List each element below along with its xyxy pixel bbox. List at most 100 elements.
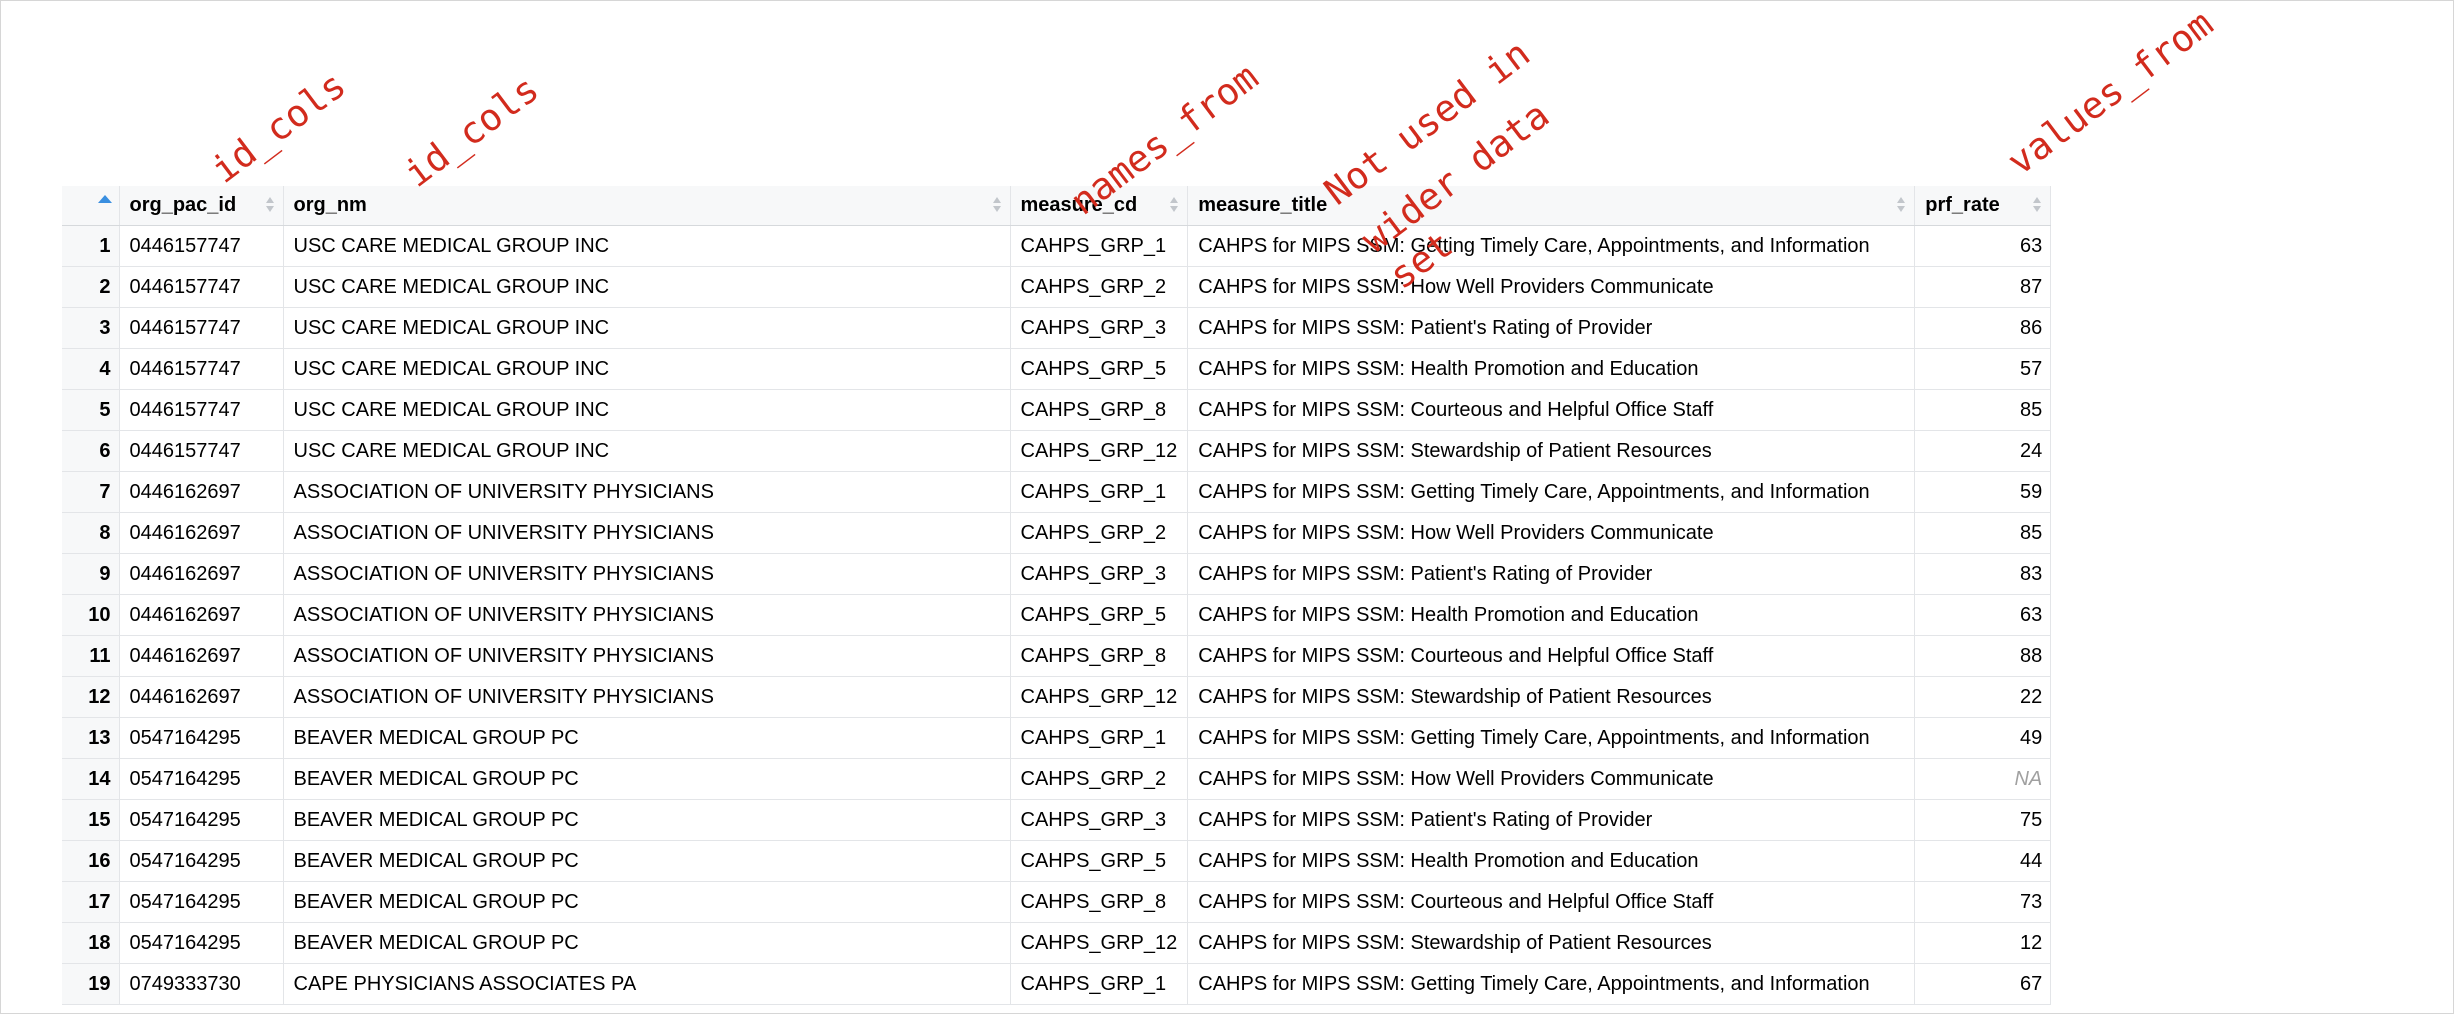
table-row[interactable]: 15 0547164295 BEAVER MEDICAL GROUP PC CAHPS… — [62, 799, 2052, 841]
org-pac-id-cell: 0547164295 — [119, 840, 284, 882]
org-nm-cell: BEAVER MEDICAL GROUP PC — [283, 840, 1011, 882]
org-pac-id-cell: 0446157747 — [119, 430, 284, 472]
org-nm-cell: ASSOCIATION OF UNIVERSITY PHYSICIANS — [283, 471, 1011, 513]
measure-cd-cell: CAHPS_GRP_5 — [1010, 594, 1189, 636]
measure-title-cell: CAHPS for MIPS SSM: Courteous and Helpfu… — [1187, 389, 1916, 431]
measure-title-cell: CAHPS for MIPS SSM: Stewardship of Patie… — [1187, 922, 1916, 964]
row-number-cell: 10 — [62, 594, 120, 636]
sort-icon — [992, 197, 1001, 214]
measure-title-cell: CAHPS for MIPS SSM: Getting Timely Care,… — [1187, 471, 1916, 513]
measure-title-cell: CAHPS for MIPS SSM: Getting Timely Care,… — [1187, 963, 1916, 1005]
table-row[interactable]: 11 0446162697 ASSOCIATION OF UNIVERSITY PH… — [62, 635, 2052, 677]
table-row[interactable]: 7 0446162697 ASSOCIATION OF UNIVERSITY PHY… — [62, 471, 2052, 513]
prf-rate-cell: 87 — [1914, 266, 2052, 308]
rownum-header[interactable] — [62, 186, 120, 226]
table-row[interactable]: 2 0446157747 USC CARE MEDICAL GROUP INC CAH… — [62, 266, 2052, 308]
org-nm-cell: BEAVER MEDICAL GROUP PC — [283, 717, 1011, 759]
row-number-cell: 5 — [62, 389, 120, 431]
org-pac-id-cell: 0446162697 — [119, 553, 284, 595]
prf-rate-cell: 57 — [1914, 348, 2052, 390]
table-row[interactable]: 10 0446162697 ASSOCIATION OF UNIVERSITY PH… — [62, 594, 2052, 636]
measure-cd-cell: CAHPS_GRP_1 — [1010, 717, 1189, 759]
measure-cd-cell: CAHPS_GRP_5 — [1010, 348, 1189, 390]
measure-title-cell: CAHPS for MIPS SSM: Stewardship of Patie… — [1187, 430, 1916, 472]
measure-title-cell: CAHPS for MIPS SSM: Health Promotion and… — [1187, 840, 1916, 882]
row-number-cell: 17 — [62, 881, 120, 923]
table-row[interactable]: 17 0547164295 BEAVER MEDICAL GROUP PC CAHPS… — [62, 881, 2052, 923]
org-pac-id-cell: 0547164295 — [119, 881, 284, 923]
measure-title-cell: CAHPS for MIPS SSM: How Well Providers C… — [1187, 266, 1916, 308]
header-row: org_pac_id org_nm measure_cd measure_tit… — [62, 186, 2052, 226]
table-row[interactable]: 12 0446162697 ASSOCIATION OF UNIVERSITY PH… — [62, 676, 2052, 718]
prf-rate-cell: 63 — [1914, 594, 2052, 636]
measure-cd-cell: CAHPS_GRP_2 — [1010, 512, 1189, 554]
row-number-cell: 15 — [62, 799, 120, 841]
row-number-cell: 9 — [62, 553, 120, 595]
org-nm-cell: USC CARE MEDICAL GROUP INC — [283, 307, 1011, 349]
row-number-cell: 8 — [62, 512, 120, 554]
table-row[interactable]: 13 0547164295 BEAVER MEDICAL GROUP PC CAHPS… — [62, 717, 2052, 759]
org-pac-id-cell: 0446162697 — [119, 594, 284, 636]
column-header-org-nm[interactable]: org_nm — [283, 186, 1011, 226]
measure-cd-cell: CAHPS_GRP_12 — [1010, 676, 1189, 718]
column-header-prf-rate[interactable]: prf_rate — [1914, 186, 2052, 226]
org-nm-cell: ASSOCIATION OF UNIVERSITY PHYSICIANS — [283, 512, 1011, 554]
org-pac-id-cell: 0547164295 — [119, 717, 284, 759]
row-number-cell: 1 — [62, 225, 120, 267]
prf-rate-cell: 73 — [1914, 881, 2052, 923]
prf-rate-cell: 86 — [1914, 307, 2052, 349]
prf-rate-cell: 22 — [1914, 676, 2052, 718]
org-nm-cell: ASSOCIATION OF UNIVERSITY PHYSICIANS — [283, 594, 1011, 636]
measure-title-cell: CAHPS for MIPS SSM: Patient's Rating of … — [1187, 553, 1916, 595]
prf-rate-cell: 88 — [1914, 635, 2052, 677]
table-row[interactable]: 3 0446157747 USC CARE MEDICAL GROUP INC CAH… — [62, 307, 2052, 349]
table-row[interactable]: 6 0446157747 USC CARE MEDICAL GROUP INC CAH… — [62, 430, 2052, 472]
table-row[interactable]: 9 0446162697 ASSOCIATION OF UNIVERSITY PHY… — [62, 553, 2052, 595]
org-nm-cell: BEAVER MEDICAL GROUP PC — [283, 799, 1011, 841]
table-row[interactable]: 1 0446157747 USC CARE MEDICAL GROUP INC CAH… — [62, 225, 2052, 267]
sort-icon — [1170, 197, 1179, 214]
measure-title-cell: CAHPS for MIPS SSM: Patient's Rating of … — [1187, 799, 1916, 841]
table-row[interactable]: 19 0749333730 CAPE PHYSICIANS ASSOCIATES P… — [62, 963, 2052, 1005]
org-pac-id-cell: 0446162697 — [119, 635, 284, 677]
org-pac-id-cell: 0547164295 — [119, 799, 284, 841]
measure-cd-cell: CAHPS_GRP_8 — [1010, 389, 1189, 431]
table-row[interactable]: 18 0547164295 BEAVER MEDICAL GROUP PC CAHPS… — [62, 922, 2052, 964]
measure-cd-cell: CAHPS_GRP_1 — [1010, 963, 1189, 1005]
measure-title-cell: CAHPS for MIPS SSM: How Well Providers C… — [1187, 512, 1916, 554]
org-pac-id-cell: 0446157747 — [119, 266, 284, 308]
org-pac-id-cell: 0446162697 — [119, 471, 284, 513]
row-number-cell: 11 — [62, 635, 120, 677]
org-pac-id-cell: 0446157747 — [119, 348, 284, 390]
org-nm-cell: BEAVER MEDICAL GROUP PC — [283, 758, 1011, 800]
row-number-cell: 4 — [62, 348, 120, 390]
column-header-org-pac-id[interactable]: org_pac_id — [119, 186, 284, 226]
data-viewer: org_pac_id org_nm measure_cd measure_tit… — [62, 186, 2052, 1014]
row-number-cell: 12 — [62, 676, 120, 718]
prf-rate-cell: 67 — [1914, 963, 2052, 1005]
org-pac-id-cell: 0547164295 — [119, 758, 284, 800]
measure-title-cell: CAHPS for MIPS SSM: Stewardship of Patie… — [1187, 676, 1916, 718]
table-row[interactable]: 16 0547164295 BEAVER MEDICAL GROUP PC CAHPS… — [62, 840, 2052, 882]
org-nm-cell: ASSOCIATION OF UNIVERSITY PHYSICIANS — [283, 676, 1011, 718]
column-header-measure-title[interactable]: measure_title — [1187, 186, 1916, 226]
table-row[interactable]: 4 0446157747 USC CARE MEDICAL GROUP INC CAH… — [62, 348, 2052, 390]
org-nm-cell: ASSOCIATION OF UNIVERSITY PHYSICIANS — [283, 635, 1011, 677]
row-number-cell: 19 — [62, 963, 120, 1005]
org-nm-cell: BEAVER MEDICAL GROUP PC — [283, 922, 1011, 964]
table-row[interactable]: 8 0446162697 ASSOCIATION OF UNIVERSITY PHY… — [62, 512, 2052, 554]
table-row[interactable]: 5 0446157747 USC CARE MEDICAL GROUP INC CAH… — [62, 389, 2052, 431]
table-row[interactable]: 14 0547164295 BEAVER MEDICAL GROUP PC CAHPS… — [62, 758, 2052, 800]
row-number-cell: 18 — [62, 922, 120, 964]
prf-rate-cell: 49 — [1914, 717, 2052, 759]
org-nm-cell: ASSOCIATION OF UNIVERSITY PHYSICIANS — [283, 553, 1011, 595]
row-number-cell: 7 — [62, 471, 120, 513]
measure-cd-cell: CAHPS_GRP_8 — [1010, 635, 1189, 677]
measure-title-cell: CAHPS for MIPS SSM: Getting Timely Care,… — [1187, 717, 1916, 759]
row-number-cell: 13 — [62, 717, 120, 759]
row-number-cell: 6 — [62, 430, 120, 472]
measure-cd-cell: CAHPS_GRP_1 — [1010, 471, 1189, 513]
prf-rate-cell: 44 — [1914, 840, 2052, 882]
row-number-cell: 16 — [62, 840, 120, 882]
org-pac-id-cell: 0547164295 — [119, 922, 284, 964]
